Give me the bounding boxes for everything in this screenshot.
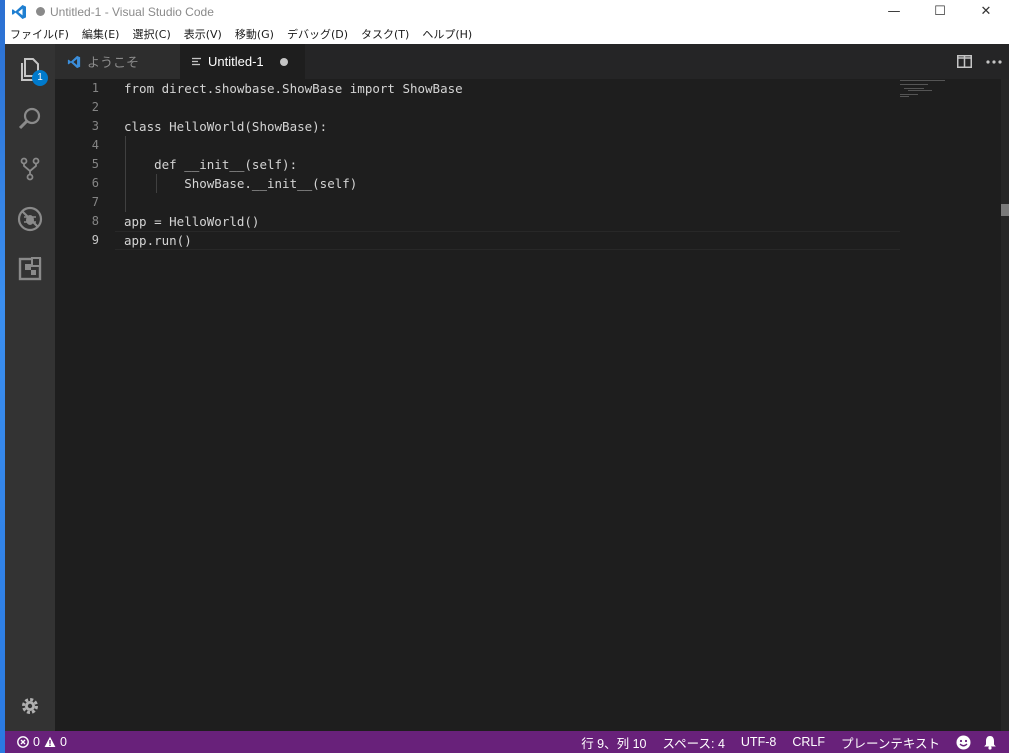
warning-icon — [44, 736, 56, 748]
debug-button[interactable] — [5, 194, 55, 244]
indentation-setting[interactable]: スペース: 4 — [663, 733, 725, 752]
line-number: 6 — [91, 176, 99, 190]
cursor-position[interactable]: 行 9、列 10 — [581, 733, 646, 752]
language-mode[interactable]: プレーンテキスト — [841, 733, 940, 752]
explorer-button[interactable]: 1 — [5, 44, 55, 94]
vscode-logo-icon — [67, 55, 81, 69]
scrollbar-thumb[interactable] — [1001, 204, 1009, 216]
menu-edit[interactable]: 編集(E) — [82, 26, 120, 42]
editor-tab-bar: ようこそ Untitled-1 — [55, 44, 1009, 79]
menu-tasks[interactable]: タスク(T) — [361, 26, 409, 42]
tab-label: Untitled-1 — [208, 54, 264, 69]
line-number: 5 — [91, 157, 99, 171]
title-bar: Untitled-1 - Visual Studio Code — ☐ ✕ — [5, 0, 1009, 23]
window-controls: — ☐ ✕ — [871, 0, 1009, 23]
menu-help[interactable]: ヘルプ(H) — [422, 26, 472, 42]
more-actions-button[interactable] — [979, 44, 1009, 79]
unsaved-indicator-icon — [36, 7, 45, 16]
ellipsis-icon — [986, 59, 1002, 64]
line-ending[interactable]: CRLF — [792, 735, 825, 749]
extensions-button[interactable] — [5, 244, 55, 294]
menu-debug[interactable]: デバッグ(D) — [287, 26, 348, 42]
menu-view[interactable]: 表示(V) — [184, 26, 222, 42]
split-editor-icon — [956, 55, 972, 68]
line-number: 2 — [91, 100, 99, 114]
minimize-button[interactable]: — — [871, 0, 917, 23]
line-number: 1 — [91, 81, 99, 95]
code-line-current[interactable]: app.run() — [124, 231, 192, 250]
code-line[interactable]: class HelloWorld(ShowBase): — [124, 117, 327, 136]
search-button[interactable] — [5, 94, 55, 144]
extensions-icon — [18, 257, 42, 281]
tab-untitled-1[interactable]: Untitled-1 — [180, 44, 305, 79]
code-line[interactable]: ShowBase.__init__(self) — [124, 174, 357, 193]
window-title: Untitled-1 - Visual Studio Code — [50, 4, 214, 19]
vscode-window: Untitled-1 - Visual Studio Code — ☐ ✕ ファ… — [5, 0, 1009, 753]
debug-icon — [17, 206, 43, 232]
minimap[interactable] — [900, 79, 1000, 139]
line-number: 7 — [91, 195, 99, 209]
menu-selection[interactable]: 選択(C) — [132, 26, 170, 42]
search-icon — [18, 107, 41, 130]
status-bar: 0 0 行 9、列 10 スペース: 4 UTF-8 CRLF プレーンテキスト — [5, 731, 1009, 753]
settings-button[interactable] — [5, 681, 55, 731]
activity-bar: 1 — [5, 44, 55, 731]
settings-gear-icon — [22, 698, 38, 714]
line-number: 3 — [91, 119, 99, 133]
code-line[interactable]: def __init__(self): — [124, 155, 297, 174]
status-bar-right: 行 9、列 10 スペース: 4 UTF-8 CRLF プレーンテキスト — [581, 731, 1009, 753]
explorer-badge: 1 — [32, 70, 48, 86]
problems-indicator[interactable]: 0 0 — [17, 735, 71, 749]
line-number: 4 — [91, 138, 99, 152]
feedback-smiley-icon[interactable] — [956, 735, 971, 750]
source-control-icon — [20, 157, 40, 181]
menu-go[interactable]: 移動(G) — [235, 26, 274, 42]
code-editor[interactable]: 1 2 3 4 5 6 7 8 9 from direct.showbase.S… — [55, 79, 1009, 731]
code-line[interactable]: app = HelloWorld() — [124, 212, 259, 231]
notifications-bell-icon[interactable] — [983, 735, 997, 750]
source-control-button[interactable] — [5, 144, 55, 194]
tab-label: ようこそ — [87, 55, 140, 70]
error-count: 0 — [33, 735, 40, 749]
code-line[interactable]: from direct.showbase.ShowBase import Sho… — [124, 79, 463, 98]
warning-count: 0 — [59, 735, 67, 749]
tab-welcome[interactable]: ようこそ — [55, 44, 180, 79]
maximize-button[interactable]: ☐ — [917, 0, 963, 23]
vertical-scrollbar[interactable] — [1001, 79, 1009, 731]
close-button[interactable]: ✕ — [963, 0, 1009, 23]
text-file-icon — [192, 57, 202, 67]
split-editor-button[interactable] — [949, 44, 979, 79]
vscode-logo-icon — [9, 2, 29, 22]
menu-file[interactable]: ファイル(F) — [10, 26, 69, 42]
unsaved-dot-icon[interactable] — [280, 58, 288, 66]
line-number-gutter: 1 2 3 4 5 6 7 8 9 — [55, 79, 115, 731]
line-number: 8 — [91, 214, 99, 228]
menu-bar: ファイル(F) 編集(E) 選択(C) 表示(V) 移動(G) デバッグ(D) … — [5, 23, 1009, 44]
editor-actions — [949, 44, 1009, 79]
current-line-highlight — [115, 231, 900, 250]
file-encoding[interactable]: UTF-8 — [741, 735, 776, 749]
line-number-current: 9 — [91, 233, 99, 247]
error-icon — [17, 736, 29, 748]
